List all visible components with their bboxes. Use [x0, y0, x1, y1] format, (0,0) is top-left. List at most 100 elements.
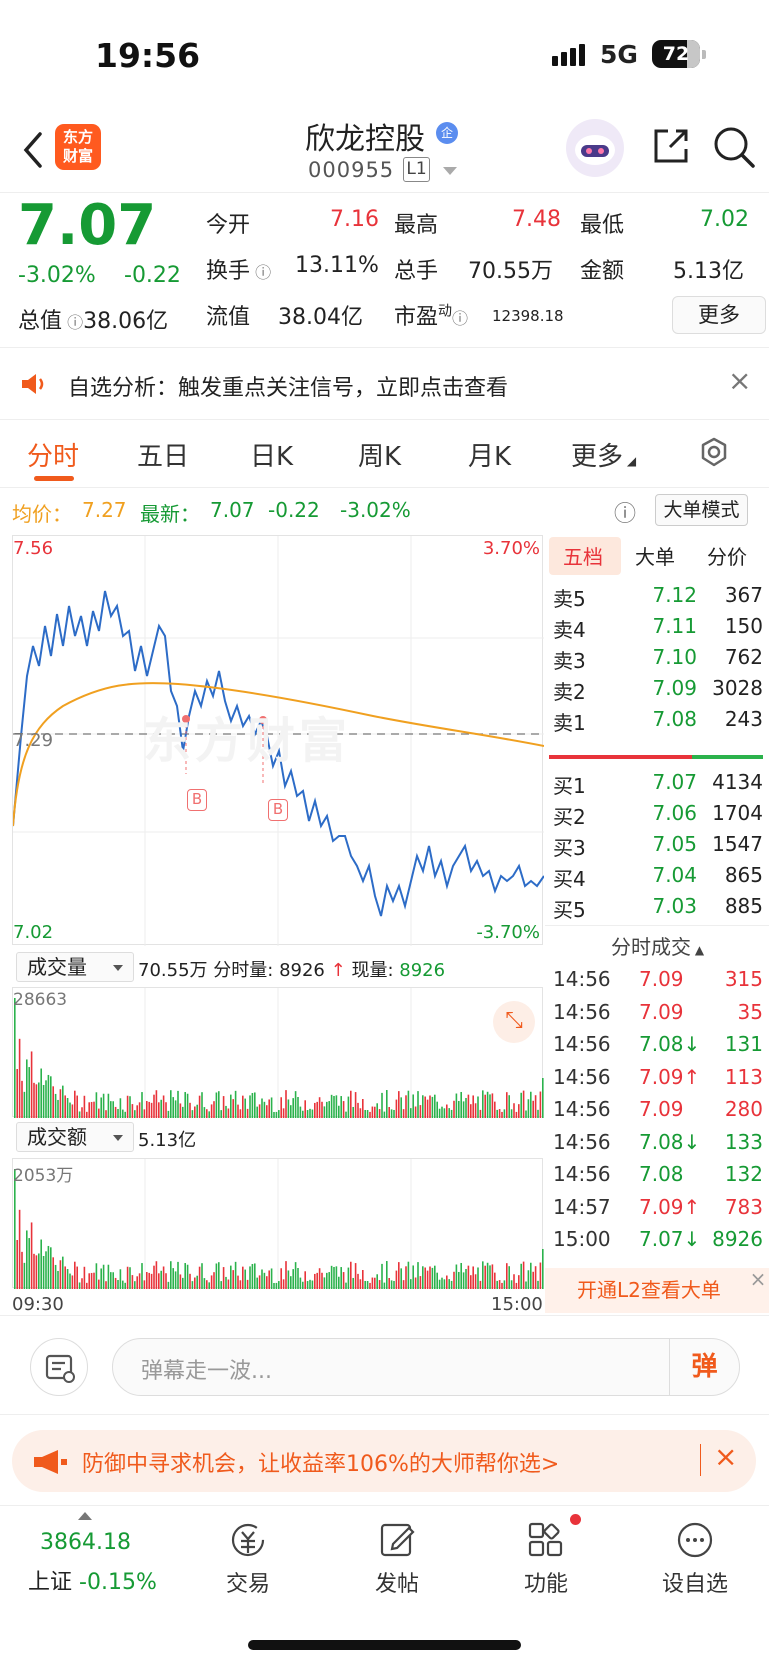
ask-row[interactable]: 卖3 7.10 762 — [549, 645, 765, 677]
edit-icon — [380, 1523, 415, 1557]
help-icon[interactable]: ⓘ — [614, 496, 636, 528]
send-danmaku-button[interactable]: 弹 — [669, 1339, 739, 1395]
latest-value: 7.07 — [210, 498, 255, 522]
trade-volume: 783 — [724, 1194, 763, 1219]
nav-post[interactable]: 发帖 — [327, 1506, 467, 1597]
expand-up-icon — [78, 1512, 92, 1520]
intraday-chart[interactable]: 7.56 3.70% 7.29 7.02 -3.70% 东方财富 B B — [12, 535, 544, 946]
tab-price-distribution[interactable]: 分价 — [707, 541, 747, 570]
volume-chart[interactable]: 28663 ⤡ — [12, 987, 544, 1118]
ask-row[interactable]: 卖2 7.09 3028 — [549, 676, 765, 708]
robot-avatar-icon[interactable] — [566, 119, 624, 177]
notification-dot — [570, 1514, 581, 1525]
amount-selector[interactable]: 成交额 — [16, 1122, 134, 1152]
bid-ratio-bar — [692, 755, 763, 759]
back-icon[interactable] — [18, 130, 48, 170]
level-label: 卖5 — [553, 587, 586, 611]
tab-monthly-k[interactable]: 月K — [468, 436, 511, 473]
tab-weekly-k[interactable]: 周K — [358, 436, 401, 473]
open-l2-banner[interactable]: 开通L2查看大单 — [545, 1268, 769, 1313]
close-l2-icon[interactable]: × — [747, 1268, 769, 1290]
app-logo[interactable]: 东方 财富 — [55, 124, 101, 170]
ask-row[interactable]: 卖5 7.12 367 — [549, 583, 765, 615]
level-volume: 865 — [724, 863, 763, 887]
bid-row[interactable]: 买4 7.04 865 — [549, 863, 765, 895]
trade-time: 14:57 — [553, 1194, 611, 1219]
promo-banner[interactable]: 防御中寻求机会，让收益率106%的大师帮你选> × — [12, 1430, 756, 1492]
battery-icon: 72 — [652, 40, 700, 68]
settings-icon[interactable] — [697, 436, 731, 470]
bottom-pct-label: -3.70% — [476, 922, 540, 943]
tab-five-day[interactable]: 五日 — [137, 436, 189, 473]
tab-more[interactable]: 更多 ◢ — [571, 436, 636, 473]
trade-volume: 35 — [737, 999, 763, 1024]
tab-big-order[interactable]: 大单 — [635, 541, 675, 570]
share-icon[interactable] — [650, 125, 692, 167]
avg-label: 均价： — [12, 502, 72, 526]
trade-volume: 8926 — [712, 1227, 763, 1251]
low-value: 7.02 — [700, 207, 749, 232]
search-icon[interactable] — [712, 125, 756, 169]
bid-row[interactable]: 买1 7.07 4134 — [549, 770, 765, 802]
trade-price: 7.09↑ — [639, 1194, 701, 1219]
level-price: 7.11 — [652, 614, 697, 638]
danmaku-settings-icon[interactable] — [30, 1338, 88, 1396]
open-label: 今开 — [206, 213, 251, 238]
nav-add-watchlist[interactable]: 设自选 — [625, 1506, 765, 1597]
close-notice-icon[interactable]: × — [728, 364, 751, 397]
level-price: 7.07 — [652, 770, 697, 794]
bid-row[interactable]: 买3 7.05 1547 — [549, 832, 765, 864]
pe-label: 市盈动ⓘ — [394, 303, 469, 330]
amount-chart[interactable]: 2053万 — [12, 1158, 544, 1289]
signal-icon — [552, 44, 588, 66]
trade-volume: 132 — [724, 1162, 763, 1186]
market-cap: 总值 ⓘ38.06亿 — [18, 309, 169, 334]
grid-icon — [528, 1522, 563, 1557]
index-value: 3864.18 — [40, 1530, 131, 1555]
stock-name[interactable]: 欣龙控股 — [305, 114, 425, 158]
status-bar: 19:56 5G 72 — [0, 0, 769, 110]
level-price: 7.05 — [652, 832, 697, 856]
pe-value: 12398.18 — [492, 307, 564, 325]
big-order-mode-button[interactable]: 大单模式 — [655, 494, 748, 526]
level-badge: L1 — [403, 157, 430, 182]
expand-icon[interactable]: ⤡ — [493, 1001, 535, 1043]
volume-stats: 70.55万 分时量: 8926 ↑ 现量: 8926 — [138, 960, 446, 981]
amount-bars-svg — [14, 1159, 544, 1289]
level-price: 7.10 — [652, 645, 697, 669]
watermark: 东方财富 — [143, 713, 352, 769]
ask-ratio-bar — [549, 755, 692, 759]
trade-price: 7.07↓ — [639, 1227, 701, 1251]
trade-row: 14:56 7.08↓ 133 — [549, 1130, 765, 1162]
clock: 19:56 — [95, 36, 201, 75]
ask-row[interactable]: 卖4 7.11 150 — [549, 614, 765, 646]
danmaku-input[interactable]: 弹幕走一波... 弹 — [112, 1338, 740, 1396]
level-volume: 885 — [724, 894, 763, 918]
volume-selector[interactable]: 成交量 — [16, 952, 134, 982]
level-price: 7.06 — [652, 801, 697, 825]
level-price: 7.09 — [652, 676, 697, 700]
nav-trade[interactable]: 交易 — [178, 1506, 318, 1597]
nav-functions[interactable]: 功能 — [476, 1506, 616, 1597]
amount-label: 金额 — [580, 259, 625, 284]
tab-intraday[interactable]: 分时 — [27, 436, 79, 473]
float-label: 流值 — [206, 305, 251, 330]
trade-price: 7.09 — [639, 1097, 684, 1121]
bid-row[interactable]: 买5 7.03 885 — [549, 894, 765, 926]
tab-five-level[interactable]: 五档 — [563, 541, 603, 570]
ask-row[interactable]: 卖1 7.08 243 — [549, 707, 765, 739]
trades-title[interactable]: 分时成交 ▲ — [611, 931, 704, 960]
buy-marker[interactable]: B — [268, 799, 288, 821]
level-volume: 3028 — [712, 676, 763, 700]
nav-add-watchlist-label: 设自选 — [661, 1572, 728, 1597]
notice-bar[interactable]: 自选分析：触发重点关注信号，立即点击查看 × — [0, 348, 769, 420]
close-promo-icon[interactable]: × — [714, 1440, 737, 1473]
order-book: 五档 大单 分价 卖5 7.12 367 卖4 7.11 150 卖3 7.10 762 卖2 7.… — [545, 535, 769, 1251]
stock-switch-icon[interactable] — [443, 167, 457, 175]
buy-marker[interactable]: B — [187, 789, 207, 811]
more-button[interactable]: 更多 — [672, 296, 766, 334]
tab-daily-k[interactable]: 日K — [250, 436, 293, 473]
bottom-price-label: 7.02 — [13, 922, 54, 943]
bid-row[interactable]: 买2 7.06 1704 — [549, 801, 765, 833]
trade-volume: 131 — [724, 1032, 763, 1056]
